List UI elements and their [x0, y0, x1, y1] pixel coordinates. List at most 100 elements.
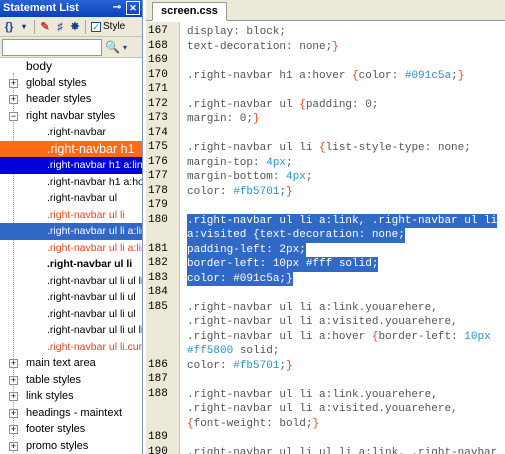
- expand-icon[interactable]: +: [9, 359, 18, 368]
- code-line: .right-navbar ul li a:visited.youarehere…: [187, 316, 458, 328]
- line-number: 174: [148, 126, 168, 139]
- tree-group-item[interactable]: − right navbar styles: [0, 108, 142, 125]
- tree-rule-item[interactable]: .right-navbar ul li ul li: [0, 322, 143, 339]
- tree-item-label: headings - maintext: [26, 406, 122, 419]
- line-number: 187: [148, 373, 168, 385]
- statement-list-toolbar: {} ▾ ✎ ♯ ✸ ✓ Style: [0, 17, 142, 37]
- tree-group-item[interactable]: + headings - maintext: [0, 405, 142, 422]
- tree-group-item[interactable]: + footer styles: [0, 421, 142, 438]
- tree-item-label: .right-navbar ul li ul li: [47, 324, 143, 336]
- tree-group-item[interactable]: + link styles: [0, 388, 142, 405]
- line-number: 179: [148, 199, 168, 211]
- line-number: 189: [148, 431, 168, 443]
- tree-rule-item[interactable]: .right-navbar ul li ul: [0, 306, 142, 323]
- code-editor[interactable]: 167 168 169 170 171 172 173 174 175 176 177 178 179 1…: [146, 22, 505, 454]
- expand-icon[interactable]: +: [9, 441, 18, 451]
- tree-rule-item[interactable]: .right-navbar ul li ul li: [0, 273, 143, 290]
- tree-item-label: promo styles: [26, 439, 89, 452]
- statement-tree: body + global styles + header styles − right n…: [0, 58, 143, 454]
- tree-rule-item[interactable]: .right-navbar ul li ul: [0, 289, 142, 306]
- editor-panel: screen.css 167 168 169 170 171 172 173 174 175 17…: [146, 0, 505, 454]
- tree-rule-item[interactable]: .right-navbar ul li a:link.: [0, 240, 142, 257]
- tree-rule-item[interactable]: .right-navbar h1: [0, 140, 142, 157]
- collapse-icon[interactable]: −: [9, 111, 18, 121]
- toolbar-divider: [34, 19, 35, 34]
- code-line: .right-navbar ul li a:link.youarehere,: [187, 301, 438, 314]
- search-icon[interactable]: 🔍: [105, 40, 120, 54]
- line-number: 182: [148, 257, 168, 269]
- tree-rule-item[interactable]: .right-navbar h1 a:link,: [0, 157, 142, 174]
- tree-group-item[interactable]: + table styles: [0, 372, 142, 389]
- tree-item-label: .right-navbar ul li: [47, 208, 125, 221]
- code-line: display: block;: [187, 26, 287, 38]
- tree-item-label: .right-navbar ul li ul: [47, 307, 136, 320]
- edit-icon[interactable]: ✎: [38, 19, 52, 35]
- statement-list-panel: Statement List ⊸ ✕ {} ▾ ✎ ♯ ✸ ✓ Style 🔍 …: [0, 0, 143, 454]
- code-line: text-decoration: none;}: [187, 40, 339, 53]
- toolbar-divider: [85, 19, 86, 34]
- tree-rule-item[interactable]: .right-navbar ul: [0, 190, 142, 207]
- line-number: 175: [148, 141, 168, 153]
- statement-list-title: Statement List: [3, 2, 79, 14]
- tree-item-label: .right-navbar ul li ul li: [47, 274, 143, 287]
- code-line: color: #091c5a;}: [187, 271, 293, 286]
- tree-group-item[interactable]: + header styles: [0, 91, 142, 108]
- tree-group-item[interactable]: + main text area: [0, 355, 142, 372]
- tree-rule-item[interactable]: .right-navbar ul li: [0, 256, 142, 273]
- checkbox-box[interactable]: ✓: [91, 21, 101, 32]
- line-number: 168: [148, 39, 168, 52]
- code-line: margin-top: 4px;: [187, 156, 293, 169]
- code-line: .right-navbar ul li a:link, .right-navba…: [187, 213, 498, 228]
- line-number: 180: [148, 213, 168, 226]
- line-number: 185: [148, 300, 168, 313]
- line-number: 169: [148, 54, 168, 66]
- tree-group-item[interactable]: + global styles: [0, 75, 142, 92]
- line-number: 178: [148, 184, 168, 197]
- code-area[interactable]: display: block; text-decoration: none;} .r…: [187, 22, 505, 454]
- tree-item-label: .right-navbar ul li: [47, 258, 133, 270]
- code-line: color: #fb5701;}: [187, 359, 293, 372]
- tree-rule-item[interactable]: .right-navbar: [0, 124, 142, 141]
- code-line: #ff5800 solid;: [187, 345, 280, 357]
- line-number: 176: [148, 155, 168, 168]
- tree-group-item[interactable]: + promo styles: [0, 438, 142, 454]
- expand-icon[interactable]: +: [9, 425, 18, 434]
- code-line: {font-weight: bold;}: [187, 417, 320, 430]
- line-number: 184: [148, 286, 168, 298]
- code-line: margin-bottom: 4px;: [187, 171, 313, 183]
- code-line: color: #fb5701;}: [187, 185, 293, 198]
- pin-icon[interactable]: ⊸: [110, 1, 124, 15]
- statement-search-bar: 🔍 ▾: [0, 37, 142, 58]
- expand-icon[interactable]: +: [9, 375, 18, 385]
- tree-item-label: .right-navbar ul: [47, 192, 118, 204]
- line-number: 177: [148, 170, 168, 182]
- hash-icon[interactable]: ♯: [53, 19, 67, 35]
- close-icon[interactable]: ✕: [126, 1, 140, 15]
- tree-item-label: footer styles: [26, 423, 86, 435]
- expand-icon[interactable]: +: [9, 95, 18, 104]
- expand-icon[interactable]: +: [9, 78, 18, 88]
- tree-item-label: right navbar styles: [26, 109, 116, 122]
- tree-rule-item[interactable]: .right-navbar ul li a:lin: [0, 223, 143, 240]
- expand-icon[interactable]: +: [9, 392, 18, 401]
- tree-root-item[interactable]: body: [0, 58, 142, 75]
- settings-icon[interactable]: ✸: [68, 19, 82, 35]
- line-number-gutter: 167 168 169 170 171 172 173 174 175 176 177 178 179 1…: [146, 22, 180, 454]
- line-number: 188: [148, 387, 168, 400]
- tree-item-label: link styles: [26, 390, 74, 402]
- tree-rule-item[interactable]: .right-navbar ul li.curren: [0, 339, 142, 356]
- tree-item-label: .right-navbar h1 a:hove: [47, 175, 142, 188]
- tree-item-label: global styles: [26, 76, 87, 89]
- tree-rule-item[interactable]: .right-navbar h1 a:hove: [0, 174, 142, 191]
- code-line: .right-navbar ul li a:link.youarehere,: [187, 388, 438, 401]
- tree-rule-item[interactable]: .right-navbar ul li: [0, 207, 142, 224]
- tab-screen-css[interactable]: screen.css: [152, 2, 227, 21]
- tree-item-label: .right-navbar ul li a:lin: [47, 225, 143, 237]
- chevron-down-icon[interactable]: ▾: [123, 43, 127, 52]
- expand-icon[interactable]: +: [9, 408, 18, 418]
- dropdown-arrow-icon[interactable]: ▾: [17, 19, 31, 35]
- statement-search-input[interactable]: [2, 38, 102, 56]
- style-checkbox[interactable]: ✓ Style: [91, 21, 125, 32]
- braces-icon[interactable]: {}: [2, 19, 16, 35]
- line-number: 171: [148, 83, 168, 95]
